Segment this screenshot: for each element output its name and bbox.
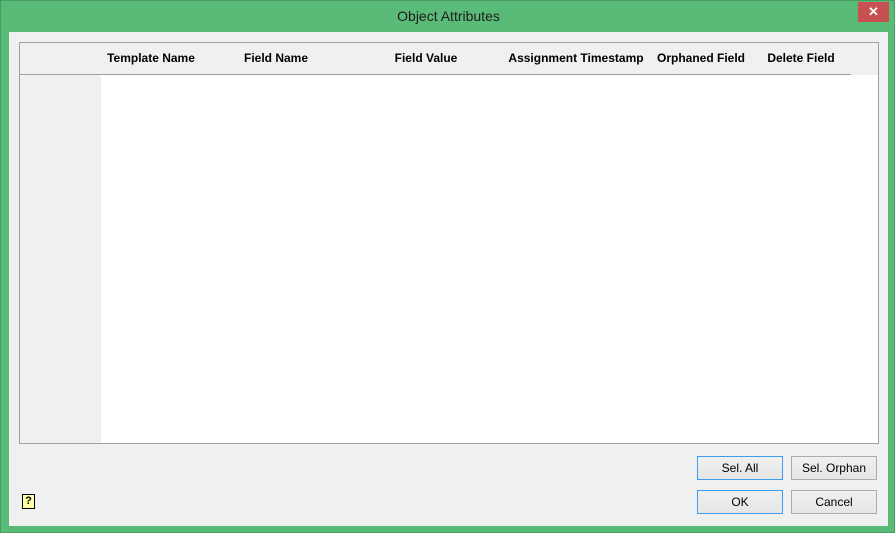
header-filler (851, 43, 878, 75)
attributes-grid[interactable]: Template Name Field Name Field Value Ass… (19, 42, 879, 444)
select-all-button[interactable]: Sel. All (697, 456, 783, 480)
window-title: Object Attributes (397, 8, 500, 24)
column-header-delete-field[interactable]: Delete Field (751, 43, 852, 75)
column-header-orphaned-field[interactable]: Orphaned Field (651, 43, 752, 75)
ok-button[interactable]: OK (697, 490, 783, 514)
column-header-assignment-timestamp[interactable]: Assignment Timestamp (501, 43, 652, 75)
row-header-column (20, 43, 101, 443)
close-button[interactable]: ✕ (858, 2, 889, 22)
column-header-field-name[interactable]: Field Name (201, 43, 352, 75)
help-icon[interactable]: ? (22, 494, 35, 509)
column-header-template-name[interactable]: Template Name (101, 43, 202, 75)
dialog-window: Object Attributes ✕ Template Name Field … (0, 0, 895, 533)
dialog-client: Template Name Field Name Field Value Ass… (9, 32, 888, 526)
cancel-button[interactable]: Cancel (791, 490, 877, 514)
corner-header[interactable] (20, 43, 102, 75)
column-header-field-value[interactable]: Field Value (351, 43, 502, 75)
select-orphan-button[interactable]: Sel. Orphan (791, 456, 877, 480)
